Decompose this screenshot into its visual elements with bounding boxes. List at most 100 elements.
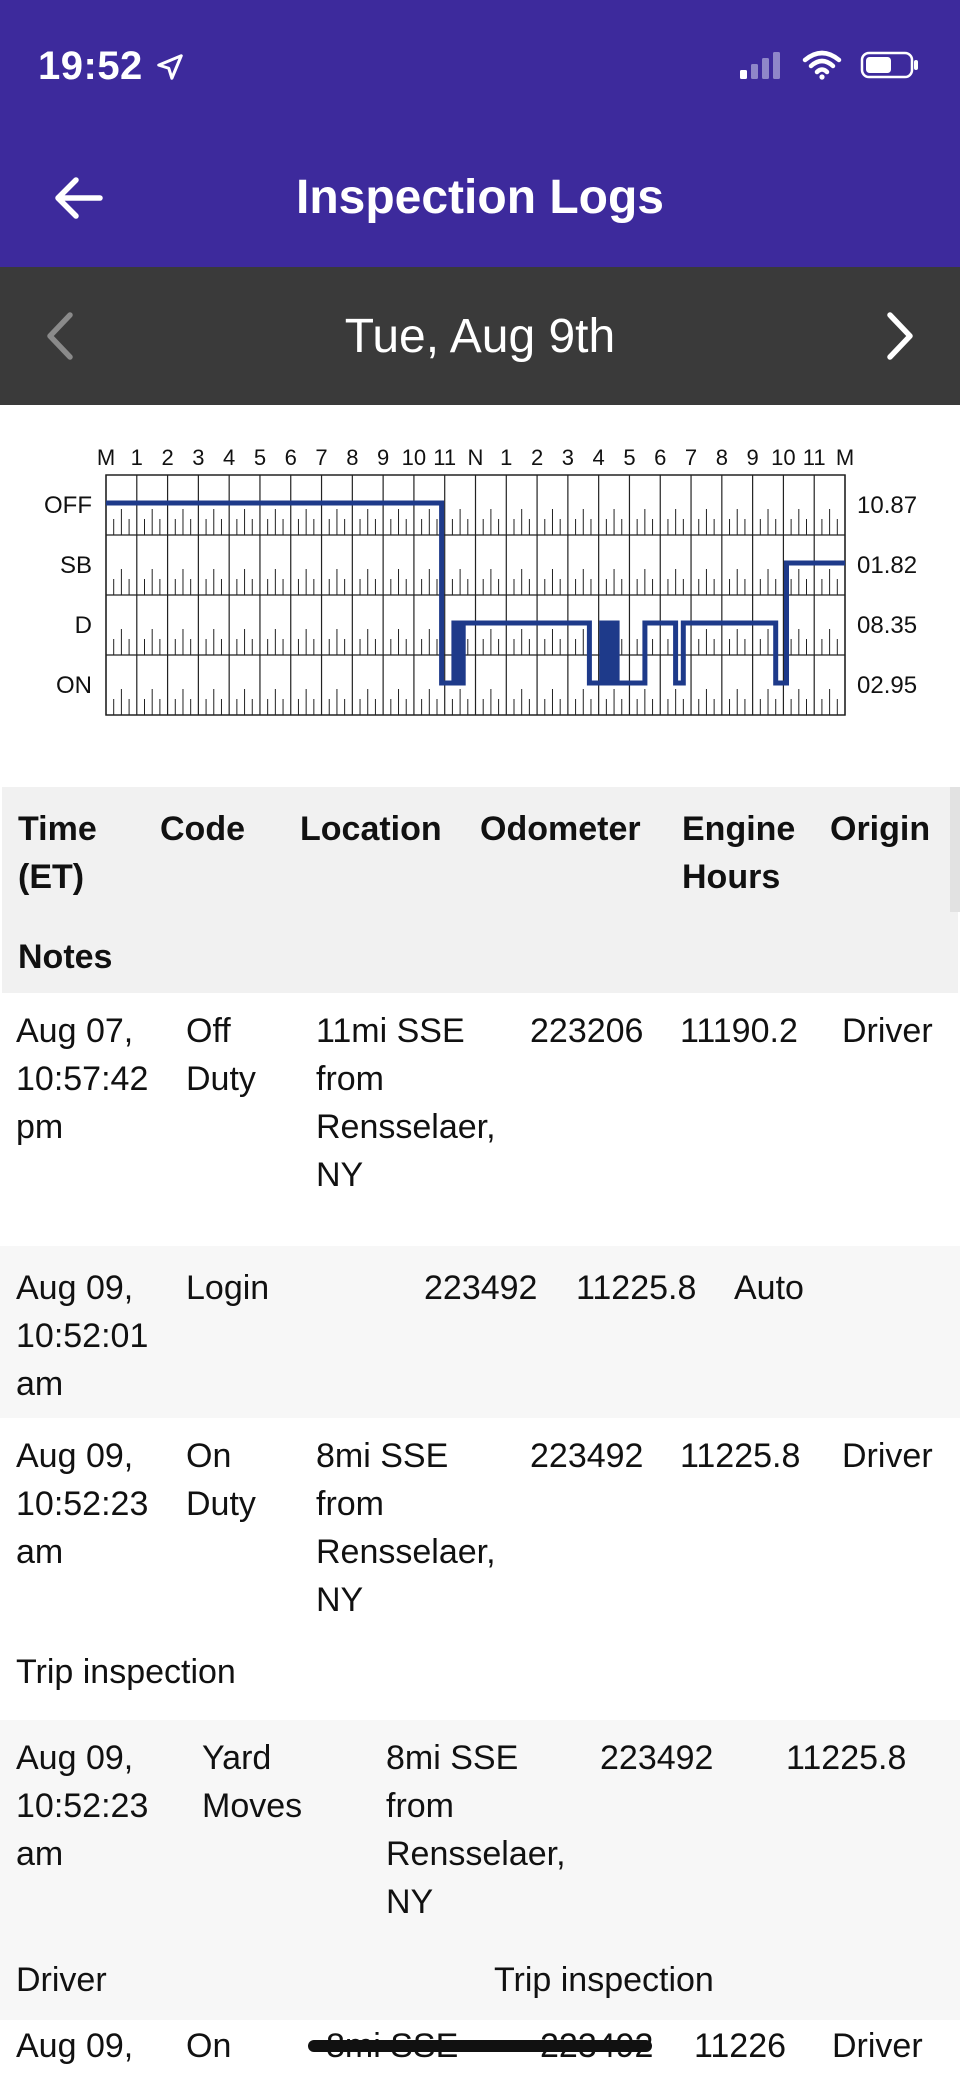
cell-engine-hours: 11226 — [694, 2027, 787, 2065]
cell-text: am — [16, 1533, 64, 1571]
header-time-line1: Time — [18, 810, 97, 848]
cell-text: 8mi SSE — [316, 1437, 449, 1475]
cell-origin: Driver — [16, 1961, 107, 1999]
table-row[interactable]: Aug 09, 10:52:23 am On Duty 8mi SSE from… — [0, 1418, 960, 1720]
current-date: Tue, Aug 9th — [344, 310, 616, 363]
header-origin: Origin — [830, 810, 931, 848]
next-day-button[interactable] — [874, 303, 924, 369]
battery-icon — [860, 51, 918, 79]
hour-tick-label: 8 — [716, 445, 728, 470]
cell-code: On Duty — [186, 1432, 256, 1528]
status-time: 19:52 — [38, 44, 185, 89]
status-indicators — [738, 50, 920, 80]
cell-time: Aug 07, 10:57:42 pm — [16, 1007, 148, 1151]
hour-tick-label: 5 — [254, 445, 266, 470]
header-engine-hours: Engine Hours — [682, 805, 795, 901]
cell-text: NY — [316, 1581, 364, 1619]
table-row[interactable]: Aug 07, 10:57:42 pm Off Duty 11mi SSE fr… — [0, 993, 960, 1246]
hour-tick-label: 1 — [500, 445, 512, 470]
status-row-label: ON — [56, 672, 92, 699]
cell-origin: Driver — [842, 1437, 933, 1475]
status-row-label: OFF — [44, 492, 92, 519]
cell-text: 8mi SSE — [386, 1739, 519, 1777]
cell-text: Aug 09, — [16, 1269, 134, 1307]
status-row-total: 02.95 — [857, 672, 917, 699]
wifi-icon — [802, 50, 842, 80]
status-row-total: 08.35 — [857, 612, 917, 639]
cell-text: Rensselaer, — [316, 1533, 496, 1571]
cell-text: from — [316, 1060, 384, 1098]
cell-text: 10:57:42 — [16, 1060, 149, 1098]
cell-notes: Trip inspection — [494, 1961, 714, 1999]
table-header: Time (ET) Code Location Odometer Engine … — [2, 787, 958, 993]
hour-tick-label: 7 — [315, 445, 327, 470]
horizontal-scroll-indicator[interactable] — [950, 787, 960, 912]
cell-text: from — [316, 1485, 384, 1523]
cell-time: Aug 09, — [16, 2027, 134, 2065]
cellular-signal-icon — [740, 52, 780, 79]
cell-notes: Trip inspection — [16, 1653, 236, 1691]
hour-tick-label: 10 — [771, 445, 795, 470]
hour-tick-label: 9 — [377, 445, 389, 470]
cell-location: 11mi SSE from Rensselaer, NY — [316, 1007, 496, 1199]
hour-tick-label: 4 — [223, 445, 235, 470]
cell-odometer: 223492 — [424, 1269, 538, 1307]
cell-text: Duty — [186, 1060, 256, 1098]
cell-text: 11mi SSE — [316, 1012, 465, 1050]
header-odometer: Odometer — [480, 810, 641, 848]
status-time-text: 19:52 — [38, 44, 143, 88]
cell-text: Aug 07, — [16, 1012, 134, 1050]
table-row[interactable]: Aug 09, 10:52:23 am Yard Moves 8mi SSE f… — [0, 1720, 960, 2020]
cell-code: Login — [186, 1269, 270, 1307]
hour-tick-label: 9 — [747, 445, 759, 470]
cell-time: Aug 09, 10:52:01 am — [16, 1264, 148, 1408]
status-row-total: 10.87 — [857, 492, 917, 519]
cell-text: On — [186, 1437, 232, 1475]
cell-text: pm — [16, 1108, 64, 1146]
cell-text: Aug 09, — [16, 1437, 134, 1475]
header-engine-line2: Hours — [682, 858, 781, 896]
hour-tick-label: 11 — [803, 445, 826, 470]
cell-text: from — [386, 1787, 454, 1825]
cell-text: 10:52:01 — [16, 1317, 149, 1355]
hour-tick-label: 11 — [433, 445, 456, 470]
cell-odometer: 223492 — [600, 1739, 714, 1777]
hour-tick-label: 2 — [531, 445, 543, 470]
hour-tick-label: 3 — [192, 445, 204, 470]
cell-text: Rensselaer, — [386, 1835, 566, 1873]
hour-tick-label: 8 — [346, 445, 358, 470]
hour-tick-label: 6 — [654, 445, 666, 470]
cell-time: Aug 09, 10:52:23 am — [16, 1432, 148, 1576]
cell-engine-hours: 11225.8 — [786, 1739, 907, 1777]
hour-tick-label: 2 — [161, 445, 173, 470]
cell-engine-hours: 11190.2 — [680, 1012, 798, 1050]
cell-origin: Driver — [842, 1012, 933, 1050]
status-row-label: D — [75, 612, 92, 639]
status-row-total: 01.82 — [857, 552, 917, 579]
cell-engine-hours: 11225.8 — [576, 1269, 697, 1307]
hour-tick-label: M — [836, 445, 854, 470]
header-notes: Notes — [18, 938, 113, 976]
cell-text: NY — [386, 1883, 434, 1921]
cell-text: Aug 09, — [16, 1739, 134, 1777]
cell-code: On — [186, 2027, 232, 2065]
header-code: Code — [160, 810, 245, 848]
hour-tick-label: 3 — [562, 445, 574, 470]
cell-text: am — [16, 1365, 64, 1403]
cell-text: 10:52:23 — [16, 1787, 149, 1825]
table-row[interactable]: Aug 09, 10:52:01 am Login 223492 11225.8… — [0, 1246, 960, 1418]
cell-text: NY — [316, 1156, 364, 1194]
hour-tick-label: 5 — [623, 445, 635, 470]
cell-location: 8mi SSE from Rensselaer, NY — [386, 1734, 566, 1926]
cell-text: Yard — [202, 1739, 272, 1777]
cell-origin: Auto — [734, 1269, 804, 1307]
cell-origin: Driver — [832, 2027, 923, 2065]
cell-engine-hours: 11225.8 — [680, 1437, 801, 1475]
header-time-line2: (ET) — [18, 858, 85, 896]
hour-tick-label: 6 — [285, 445, 297, 470]
cell-text: am — [16, 1835, 64, 1873]
cell-text: Duty — [186, 1485, 256, 1523]
cell-text: Rensselaer, — [316, 1108, 496, 1146]
cell-code: Yard Moves — [202, 1734, 302, 1830]
status-row-label: SB — [60, 552, 92, 579]
